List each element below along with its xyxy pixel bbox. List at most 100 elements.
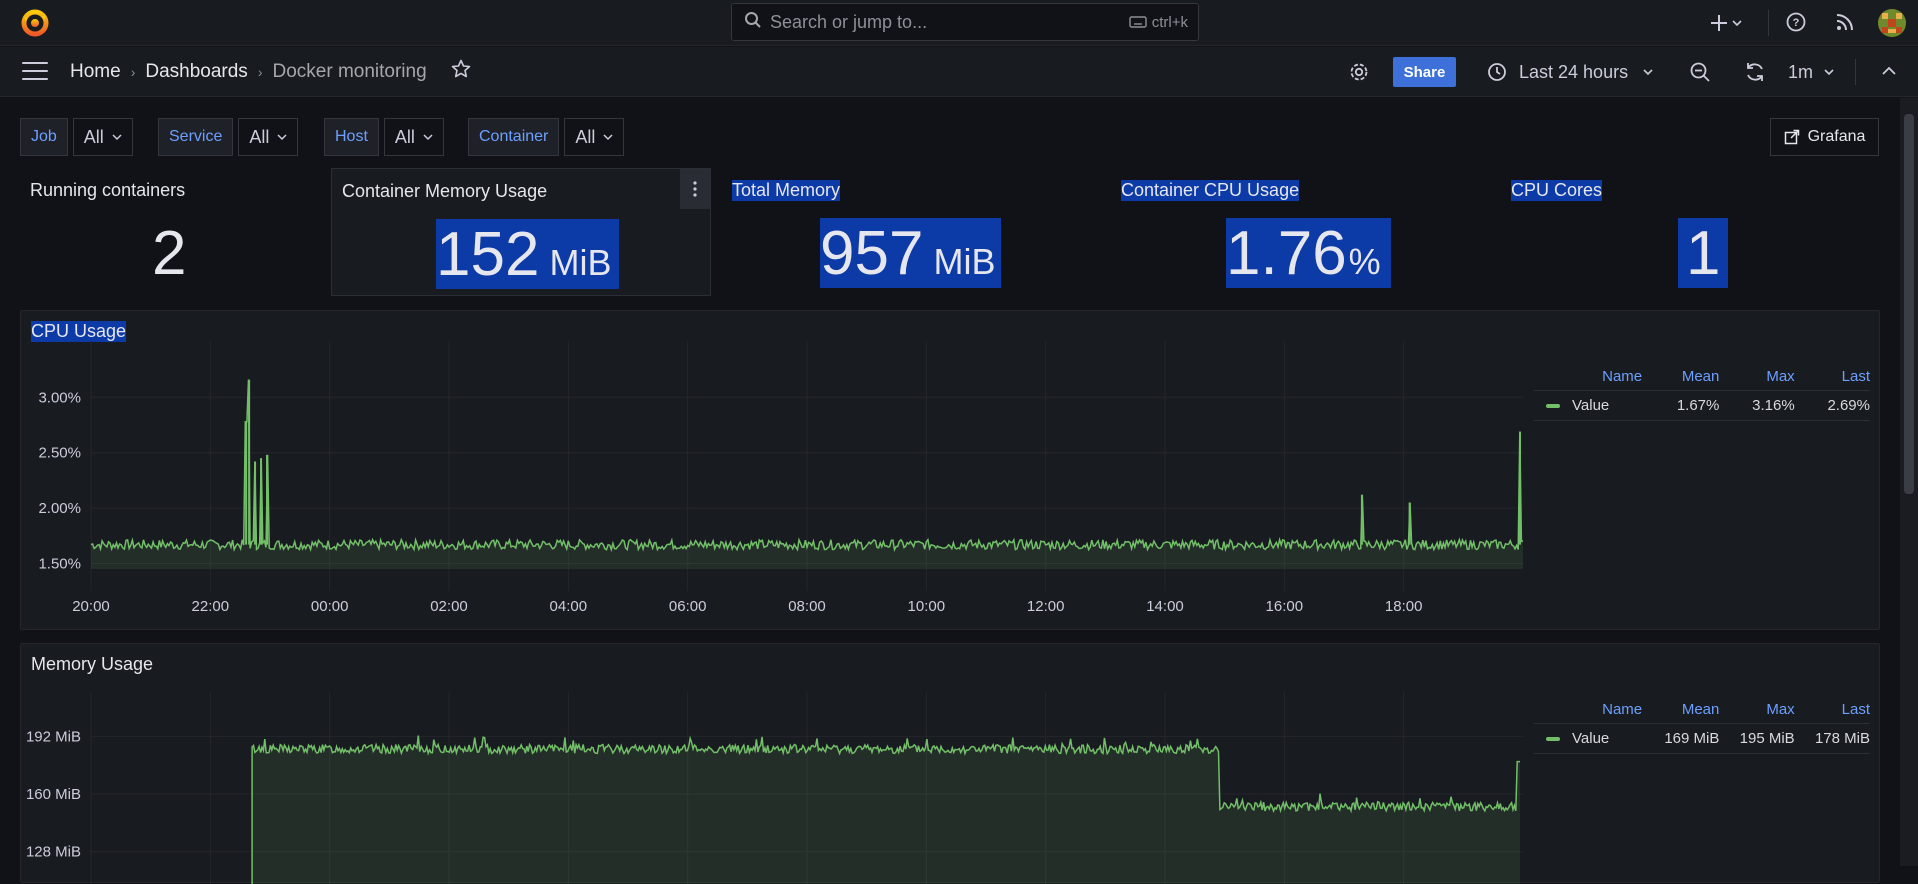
y-tick-label: 192 MiB <box>26 728 81 745</box>
panel-menu-icon[interactable] <box>680 169 710 209</box>
dashboard-content: Job All Service All Host All Container A… <box>0 98 1900 884</box>
legend-row[interactable]: Value 1.67% 3.16% 2.69% <box>1534 391 1870 421</box>
chevron-down-icon <box>1643 69 1653 76</box>
chevron-down-icon <box>1824 69 1834 76</box>
add-new-button[interactable] <box>1710 10 1744 36</box>
cpu-usage-chart[interactable]: 20:00 22:00 00:00 02:00 04:00 06:00 08:00 10:00… <box>21 311 1531 631</box>
page-scrollbar[interactable] <box>1900 98 1918 866</box>
stat-number: 957 <box>820 219 924 288</box>
dashboard-navbar: Home › Dashboards › Docker monitoring Sh… <box>0 47 1918 97</box>
legend-max: 195 MiB <box>1739 730 1795 747</box>
collapse-chevron-up-icon[interactable] <box>1881 65 1897 77</box>
legend-header: Name Mean Max Last <box>1534 363 1870 391</box>
x-tick-label: 22:00 <box>192 598 230 615</box>
star-icon[interactable] <box>451 59 471 85</box>
legend-last: 2.69% <box>1827 397 1870 414</box>
user-avatar[interactable] <box>1878 9 1906 37</box>
x-tick-label: 02:00 <box>430 598 468 615</box>
breadcrumb-home[interactable]: Home <box>70 61 121 83</box>
clock-icon <box>1488 63 1506 81</box>
search-shortcut: ctrl+k <box>1151 13 1188 31</box>
chevron-down-icon <box>603 133 613 140</box>
stat-number: 152 <box>436 220 540 289</box>
stat-value: 957 MiB <box>820 218 1002 288</box>
y-tick-label: 2.50% <box>38 445 81 462</box>
variable-value: All <box>83 126 104 147</box>
x-tick-label: 16:00 <box>1266 598 1304 615</box>
legend-header-name[interactable]: Name <box>1534 701 1642 718</box>
variable-label: Service <box>158 118 234 156</box>
legend-series-name: Value <box>1572 397 1610 414</box>
y-tick-label: 1.50% <box>38 555 81 572</box>
stat-title: CPU Cores <box>1511 180 1603 201</box>
legend-header-max[interactable]: Max <box>1719 368 1794 385</box>
stat-container-memory: Container Memory Usage 152 MiB <box>331 168 711 296</box>
legend-header-mean[interactable]: Mean <box>1642 701 1720 718</box>
x-tick-label: 14:00 <box>1146 598 1184 615</box>
variable-select[interactable]: All <box>383 118 444 156</box>
stat-value: 1 <box>1678 218 1729 288</box>
stat-total-memory: Total Memory 957 MiB <box>722 168 1102 296</box>
legend-header-last[interactable]: Last <box>1795 368 1870 385</box>
cpu-legend: Name Mean Max Last Value 1.67% 3.16% 2.6… <box>1534 363 1870 421</box>
legend-mean: 169 MiB <box>1664 730 1720 747</box>
stat-container-cpu: Container CPU Usage 1.76% <box>1111 168 1491 296</box>
y-tick-label: 128 MiB <box>26 844 81 861</box>
memory-usage-chart[interactable]: 128 MiB 160 MiB 192 MiB <box>21 644 1531 884</box>
legend-header-name[interactable]: Name <box>1534 368 1642 385</box>
settings-gear-icon[interactable] <box>1348 61 1370 83</box>
legend-series-name: Value <box>1572 730 1610 747</box>
variable-label: Job <box>20 118 68 156</box>
variable-select[interactable]: All <box>564 118 625 156</box>
search-input[interactable]: Search or jump to... ctrl+k <box>731 3 1199 41</box>
search-icon <box>744 11 762 34</box>
chevron-down-icon <box>112 133 122 140</box>
variable-container: Container All <box>468 118 625 156</box>
breadcrumb: Home › Dashboards › Docker monitoring <box>70 59 471 85</box>
time-range-picker[interactable]: Last 24 hours <box>1487 55 1654 89</box>
stat-value: 1.76% <box>1226 218 1391 288</box>
legend-header-max[interactable]: Max <box>1719 701 1794 718</box>
variable-select[interactable]: All <box>72 118 133 156</box>
legend-max: 3.16% <box>1752 397 1795 414</box>
help-icon[interactable]: ? <box>1785 11 1807 33</box>
stat-number: 2 <box>152 219 187 288</box>
x-tick-label: 04:00 <box>550 598 588 615</box>
scrollbar-thumb[interactable] <box>1904 114 1914 494</box>
stat-title: Container Memory Usage <box>342 181 548 201</box>
legend-row[interactable]: Value 169 MiB 195 MiB 178 MiB <box>1534 724 1870 754</box>
variable-job: Job All <box>20 118 133 156</box>
x-tick-label: 10:00 <box>908 598 946 615</box>
variable-value: All <box>249 126 270 147</box>
series-swatch <box>1546 403 1560 408</box>
legend-mean: 1.67% <box>1676 397 1720 414</box>
stat-unit: % <box>1348 241 1381 282</box>
search-placeholder: Search or jump to... <box>770 11 928 32</box>
share-button[interactable]: Share <box>1393 57 1456 87</box>
variable-label: Container <box>468 118 560 156</box>
legend-header-mean[interactable]: Mean <box>1642 368 1720 385</box>
stat-value: 152 MiB <box>436 219 620 289</box>
memory-legend: Name Mean Max Last Value 169 MiB 195 MiB… <box>1534 696 1870 754</box>
external-link-icon <box>1784 129 1799 145</box>
zoom-out-icon[interactable] <box>1689 61 1711 83</box>
refresh-interval-picker[interactable]: 1m <box>1788 55 1835 89</box>
cpu-usage-panel: CPU Usage 20:00 22:00 00:00 02:00 04:00 06:00… <box>20 310 1880 630</box>
variable-label: Host <box>324 118 379 156</box>
stat-number: 1.76 <box>1226 219 1347 288</box>
grafana-link-button[interactable]: Grafana <box>1770 118 1879 156</box>
y-tick-label: 3.00% <box>38 389 81 406</box>
plus-icon <box>1711 15 1742 31</box>
grafana-logo-icon[interactable] <box>20 8 50 38</box>
stat-cpu-cores: CPU Cores 1 <box>1501 168 1881 296</box>
svg-text:?: ? <box>1793 17 1800 29</box>
chevron-down-icon <box>423 133 433 140</box>
menu-icon[interactable] <box>22 62 48 82</box>
news-rss-icon[interactable] <box>1835 12 1855 32</box>
refresh-icon[interactable] <box>1744 61 1766 83</box>
y-tick-label: 2.00% <box>38 500 81 517</box>
variable-select[interactable]: All <box>238 118 299 156</box>
legend-header-last[interactable]: Last <box>1795 701 1870 718</box>
breadcrumb-dashboards[interactable]: Dashboards <box>145 61 247 83</box>
y-tick-label: 160 MiB <box>26 786 81 803</box>
